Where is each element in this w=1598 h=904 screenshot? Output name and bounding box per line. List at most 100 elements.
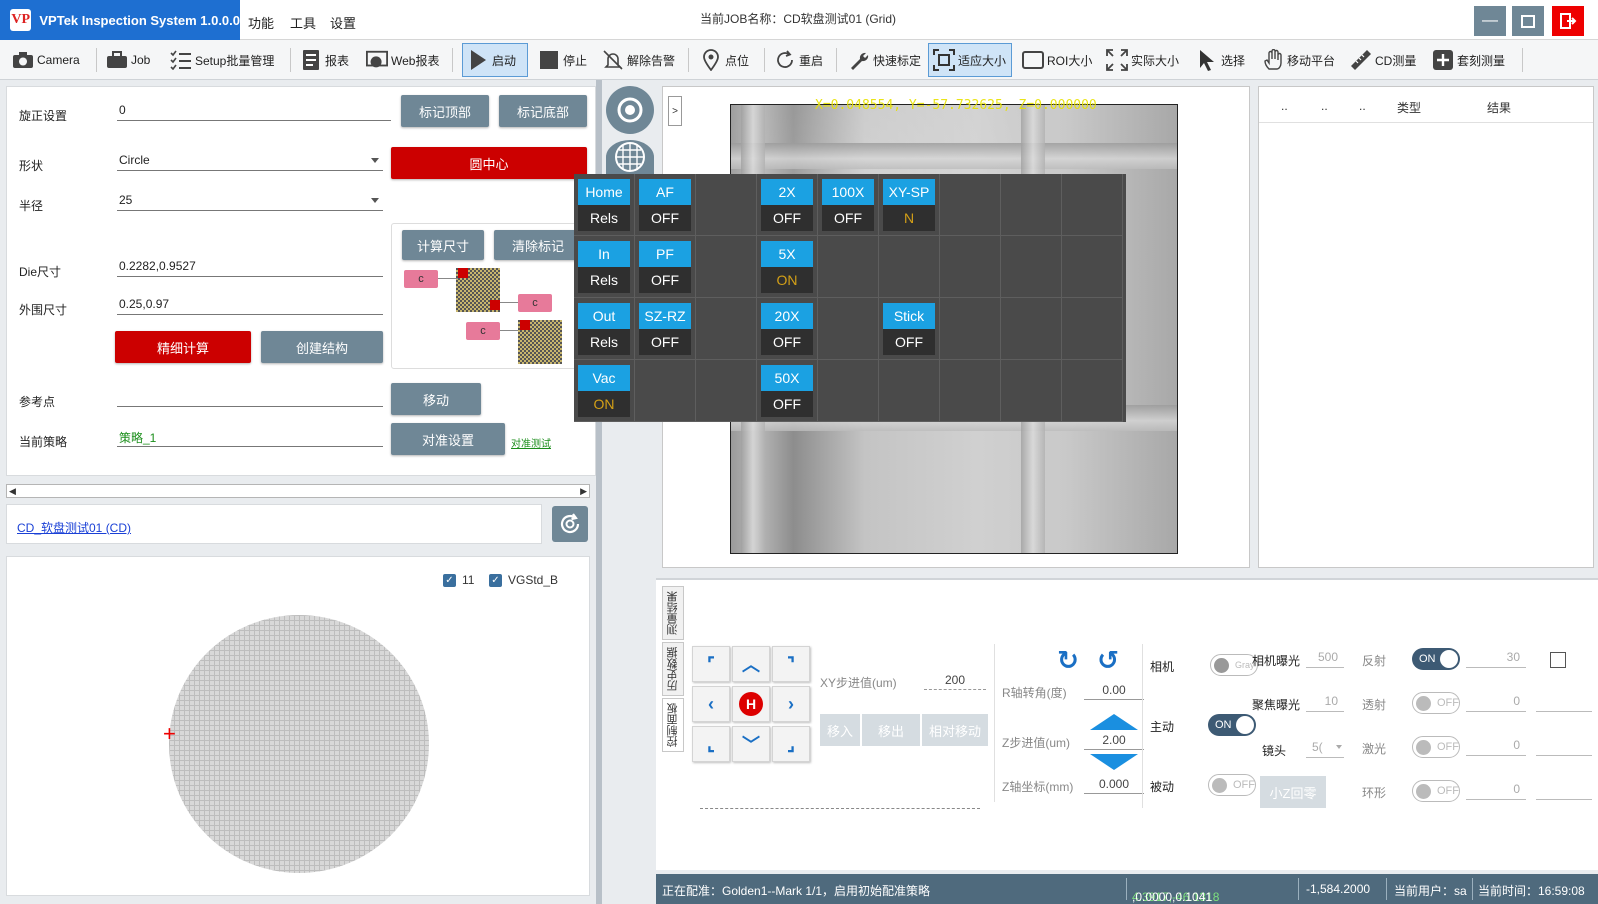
move-down-button[interactable]: ﹀: [732, 726, 770, 762]
result-column-result[interactable]: 结果: [1487, 99, 1511, 116]
control-tile-out[interactable]: Out Rels: [578, 303, 630, 355]
result-column-header[interactable]: ..: [1281, 99, 1288, 113]
control-tile-xy-sp[interactable]: XY-SP N: [883, 179, 935, 231]
xy-step-input[interactable]: 200: [924, 670, 986, 690]
minimize-button[interactable]: —: [1474, 6, 1506, 36]
active-toggle[interactable]: ON: [1208, 714, 1256, 736]
move-down-right-button[interactable]: ⌟: [772, 726, 810, 762]
transmit-light-toggle[interactable]: OFF: [1412, 692, 1460, 714]
scroll-right-icon[interactable]: ▶: [580, 486, 587, 497]
camera-exposure-input[interactable]: 500: [1306, 648, 1344, 668]
control-tile-home[interactable]: Home Rels: [578, 179, 630, 231]
small-z-home-button[interactable]: 小Z回零: [1260, 776, 1326, 808]
result-column-type[interactable]: 类型: [1397, 99, 1421, 116]
clear-mark-button[interactable]: 清除标记: [494, 230, 582, 260]
control-tile-sz-rz[interactable]: SZ-RZ OFF: [639, 303, 691, 355]
control-tile-2x[interactable]: 2X OFF: [761, 179, 813, 231]
ring-light-input[interactable]: 0: [1466, 780, 1526, 800]
die-size-input[interactable]: 0.2282,0.9527: [117, 255, 383, 277]
move-up-left-button[interactable]: ⌜: [692, 646, 730, 682]
checkbox-vgstd-b[interactable]: ✓ VGStd_B: [489, 573, 558, 587]
camera-gray-toggle[interactable]: Gray: [1210, 654, 1258, 676]
grid-overlay-button[interactable]: [606, 140, 654, 174]
move-in-button[interactable]: 移入: [820, 714, 860, 746]
rotate-ccw-button[interactable]: ↺: [1094, 646, 1122, 674]
menu-tools[interactable]: 工具: [290, 13, 316, 32]
tab-history-data[interactable]: 历史数据: [662, 642, 684, 696]
lens-select[interactable]: 5(: [1306, 738, 1344, 758]
toolbar-roi-size-button[interactable]: ROI大小: [1018, 43, 1096, 77]
tab-measure-results[interactable]: 测量结果: [662, 586, 684, 640]
control-tile-vac[interactable]: Vac ON: [578, 365, 630, 417]
strategy-input[interactable]: 策略_1: [117, 425, 383, 447]
z-up-button[interactable]: [1090, 714, 1138, 730]
align-test-link[interactable]: 对准测试: [511, 435, 551, 450]
maximize-button[interactable]: [1512, 6, 1544, 36]
menu-settings[interactable]: 设置: [330, 13, 356, 32]
move-right-button[interactable]: ›: [772, 686, 810, 722]
circle-center-button[interactable]: 圆中心: [391, 147, 587, 179]
fine-calc-button[interactable]: 精细计算: [115, 331, 251, 363]
extra-checkbox[interactable]: [1550, 652, 1566, 668]
toolbar-select-button[interactable]: 选择: [1192, 43, 1249, 77]
r-angle-input[interactable]: 0.00: [1084, 680, 1144, 700]
toolbar-camera-button[interactable]: Camera: [8, 43, 84, 77]
toolbar-point-button[interactable]: 点位: [696, 43, 753, 77]
toolbar-clear-alarm-button[interactable]: 解除告警: [598, 43, 679, 77]
control-tile-5x[interactable]: 5X ON: [761, 241, 813, 293]
rotation-input[interactable]: 0: [117, 99, 391, 121]
shape-select[interactable]: Circle: [117, 149, 383, 171]
move-up-right-button[interactable]: ⌝: [772, 646, 810, 682]
refresh-button[interactable]: [552, 506, 588, 542]
laser-input[interactable]: 0: [1466, 736, 1526, 756]
toolbar-restart-button[interactable]: 重启: [770, 43, 827, 77]
z-step-input[interactable]: 2.00: [1084, 730, 1144, 750]
laser-toggle[interactable]: OFF: [1412, 736, 1460, 758]
move-button[interactable]: 移动: [391, 383, 481, 415]
toolbar-move-stage-button[interactable]: 移动平台: [1258, 43, 1339, 77]
move-left-button[interactable]: ‹: [692, 686, 730, 722]
reflect-light-toggle[interactable]: ON: [1412, 648, 1460, 670]
exit-button[interactable]: [1552, 6, 1584, 36]
radius-select[interactable]: 25: [117, 189, 383, 211]
control-tile-20x[interactable]: 20X OFF: [761, 303, 813, 355]
ring-extra-input[interactable]: [1536, 780, 1592, 800]
toolbar-report-button[interactable]: 报表: [296, 43, 353, 77]
home-button[interactable]: H: [732, 686, 770, 722]
result-column-header[interactable]: ..: [1359, 99, 1366, 113]
relative-move-button[interactable]: 相对移动: [922, 714, 988, 746]
control-tile-af[interactable]: AF OFF: [639, 179, 691, 231]
z-coord-input[interactable]: 0.000: [1084, 774, 1144, 794]
snapshot-button[interactable]: [606, 86, 654, 134]
outer-size-input[interactable]: 0.25,0.97: [117, 293, 383, 315]
result-column-header[interactable]: ..: [1321, 99, 1328, 113]
transmit-extra-input[interactable]: [1536, 692, 1592, 712]
wafer-map[interactable]: [169, 615, 429, 873]
passive-toggle[interactable]: OFF: [1208, 774, 1256, 796]
scroll-left-icon[interactable]: ◀: [9, 486, 16, 497]
toolbar-setup-button[interactable]: Setup批量管理: [166, 43, 278, 77]
toolbar-fit-size-button[interactable]: 适应大小: [928, 43, 1012, 77]
z-down-button[interactable]: [1090, 754, 1138, 770]
control-tile-pf[interactable]: PF OFF: [639, 241, 691, 293]
move-down-left-button[interactable]: ⌞: [692, 726, 730, 762]
toolbar-overlay-measure-button[interactable]: 套刻测量: [1428, 43, 1509, 77]
toolbar-web-report-button[interactable]: Web报表: [362, 43, 443, 77]
toolbar-start-button[interactable]: 启动: [462, 43, 528, 77]
control-tile-stick[interactable]: Stick OFF: [883, 303, 935, 355]
horizontal-scrollbar[interactable]: ◀ ▶: [6, 484, 590, 498]
cd-job-link[interactable]: CD_软盘测试01 (CD): [17, 519, 131, 536]
camera-expander-button[interactable]: >: [668, 96, 682, 126]
ring-light-toggle[interactable]: OFF: [1412, 780, 1460, 802]
mark-top-button[interactable]: 标记顶部: [401, 95, 489, 127]
reflect-light-input[interactable]: 30: [1466, 648, 1526, 668]
create-structure-button[interactable]: 创建结构: [261, 331, 383, 363]
toolbar-job-button[interactable]: Job: [102, 43, 154, 77]
rotate-cw-button[interactable]: ↻: [1054, 646, 1082, 674]
laser-extra-input[interactable]: [1536, 736, 1592, 756]
checkbox-11[interactable]: ✓ 11: [443, 573, 474, 587]
toolbar-quick-calibration-button[interactable]: 快速标定: [844, 43, 925, 77]
control-tile-50x[interactable]: 50X OFF: [761, 365, 813, 417]
mark-bottom-button[interactable]: 标记底部: [499, 95, 587, 127]
align-setting-button[interactable]: 对准设置: [391, 423, 505, 455]
